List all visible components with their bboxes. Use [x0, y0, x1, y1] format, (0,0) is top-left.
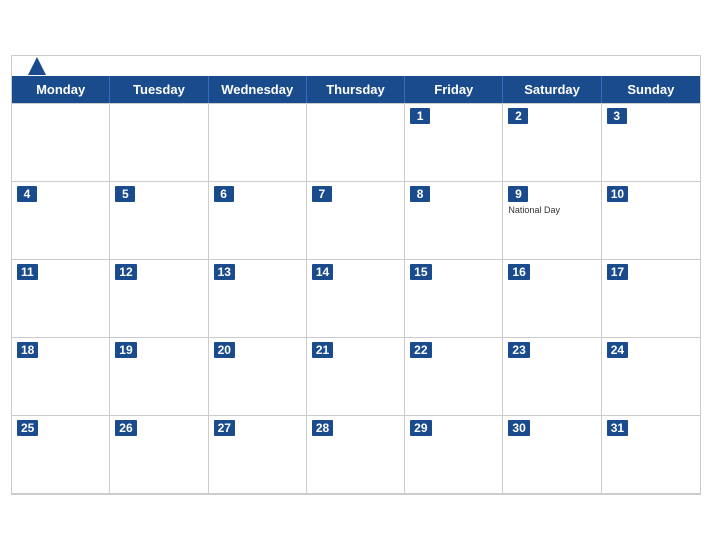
calendar-cell: 4 — [12, 182, 110, 260]
calendar-cell: 26 — [110, 416, 208, 494]
date-number: 20 — [214, 342, 235, 358]
day-header-sunday: Sunday — [602, 76, 700, 103]
date-number: 17 — [607, 264, 628, 280]
calendar-cell — [110, 104, 208, 182]
calendar-cell: 13 — [209, 260, 307, 338]
date-number: 1 — [410, 108, 430, 124]
calendar-cell: 1 — [405, 104, 503, 182]
calendar-cell — [209, 104, 307, 182]
calendar: MondayTuesdayWednesdayThursdayFridaySatu… — [11, 55, 701, 495]
calendar-cell: 14 — [307, 260, 405, 338]
calendar-cell: 29 — [405, 416, 503, 494]
calendar-cell: 10 — [602, 182, 700, 260]
calendar-cell: 2 — [503, 104, 601, 182]
date-number: 31 — [607, 420, 628, 436]
date-number: 7 — [312, 186, 332, 202]
date-number: 9 — [508, 186, 528, 202]
calendar-grid: 123456789National Day1011121314151617181… — [12, 103, 700, 494]
calendar-cell: 16 — [503, 260, 601, 338]
calendar-cell: 30 — [503, 416, 601, 494]
date-number: 28 — [312, 420, 333, 436]
logo-graphic — [28, 57, 48, 75]
calendar-cell: 27 — [209, 416, 307, 494]
day-header-tuesday: Tuesday — [110, 76, 208, 103]
date-number: 27 — [214, 420, 235, 436]
date-number: 16 — [508, 264, 529, 280]
calendar-cell: 23 — [503, 338, 601, 416]
calendar-cell: 28 — [307, 416, 405, 494]
calendar-cell: 19 — [110, 338, 208, 416]
date-number: 18 — [17, 342, 38, 358]
day-headers: MondayTuesdayWednesdayThursdayFridaySatu… — [12, 76, 700, 103]
date-number: 30 — [508, 420, 529, 436]
calendar-cell: 7 — [307, 182, 405, 260]
date-number: 8 — [410, 186, 430, 202]
calendar-cell: 31 — [602, 416, 700, 494]
calendar-header — [12, 56, 700, 76]
calendar-cell: 18 — [12, 338, 110, 416]
date-number: 4 — [17, 186, 37, 202]
calendar-cell: 15 — [405, 260, 503, 338]
date-number: 3 — [607, 108, 627, 124]
calendar-cell: 21 — [307, 338, 405, 416]
date-number: 15 — [410, 264, 431, 280]
calendar-cell: 12 — [110, 260, 208, 338]
date-number: 24 — [607, 342, 628, 358]
date-number: 25 — [17, 420, 38, 436]
date-number: 13 — [214, 264, 235, 280]
date-number: 21 — [312, 342, 333, 358]
date-number: 11 — [17, 264, 38, 280]
calendar-cell: 25 — [12, 416, 110, 494]
date-number: 2 — [508, 108, 528, 124]
calendar-cell: 17 — [602, 260, 700, 338]
day-header-monday: Monday — [12, 76, 110, 103]
calendar-cell: 6 — [209, 182, 307, 260]
calendar-cell: 24 — [602, 338, 700, 416]
date-number: 19 — [115, 342, 136, 358]
day-header-saturday: Saturday — [503, 76, 601, 103]
logo-icon-group — [28, 57, 48, 75]
calendar-cell: 9 National Day — [503, 182, 601, 260]
calendar-cell — [12, 104, 110, 182]
date-number: 5 — [115, 186, 135, 202]
date-number: 10 — [607, 186, 628, 202]
day-header-friday: Friday — [405, 76, 503, 103]
date-number: 6 — [214, 186, 234, 202]
calendar-cell: 22 — [405, 338, 503, 416]
calendar-cell: 20 — [209, 338, 307, 416]
calendar-cell: 5 — [110, 182, 208, 260]
logo-triangle-icon — [28, 57, 46, 75]
holiday-label: National Day — [508, 205, 595, 216]
date-number: 29 — [410, 420, 431, 436]
date-number: 22 — [410, 342, 431, 358]
logo — [28, 57, 48, 75]
day-header-thursday: Thursday — [307, 76, 405, 103]
calendar-cell: 8 — [405, 182, 503, 260]
date-number: 23 — [508, 342, 529, 358]
logo-bottom — [28, 57, 48, 75]
calendar-cell: 3 — [602, 104, 700, 182]
day-header-wednesday: Wednesday — [209, 76, 307, 103]
date-number: 12 — [115, 264, 136, 280]
calendar-cell — [307, 104, 405, 182]
date-number: 14 — [312, 264, 333, 280]
calendar-cell: 11 — [12, 260, 110, 338]
date-number: 26 — [115, 420, 136, 436]
